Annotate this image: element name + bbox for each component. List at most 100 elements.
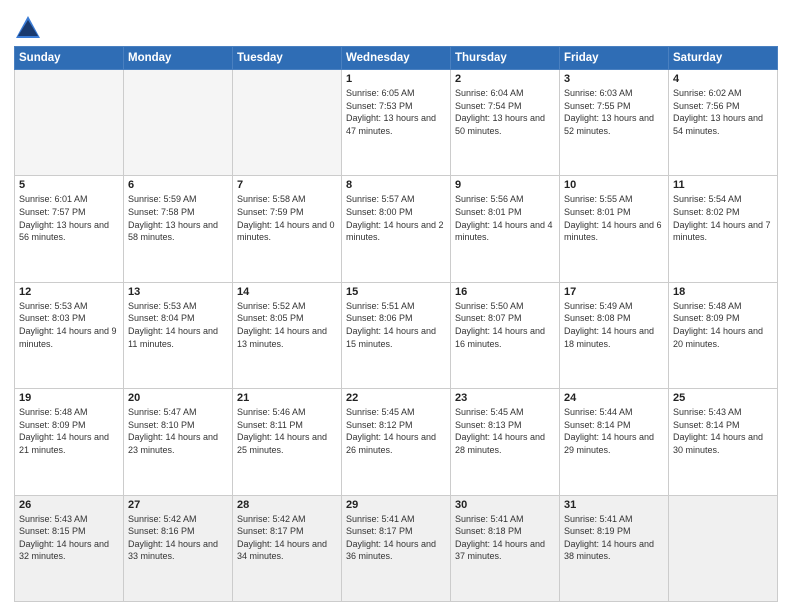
day-info: Sunrise: 5:41 AM Sunset: 8:19 PM Dayligh…: [564, 513, 664, 563]
day-info: Sunrise: 5:50 AM Sunset: 8:07 PM Dayligh…: [455, 300, 555, 350]
calendar-day-cell: 19 Sunrise: 5:48 AM Sunset: 8:09 PM Dayli…: [15, 389, 124, 495]
day-number: 3: [564, 73, 664, 85]
day-info: Sunrise: 5:49 AM Sunset: 8:08 PM Dayligh…: [564, 300, 664, 350]
day-number: 24: [564, 392, 664, 404]
day-info: Sunrise: 5:42 AM Sunset: 8:16 PM Dayligh…: [128, 513, 228, 563]
day-info: Sunrise: 5:56 AM Sunset: 8:01 PM Dayligh…: [455, 193, 555, 243]
day-number: 30: [455, 499, 555, 511]
day-info: Sunrise: 5:45 AM Sunset: 8:13 PM Dayligh…: [455, 406, 555, 456]
calendar-day-cell: 27 Sunrise: 5:42 AM Sunset: 8:16 PM Dayli…: [124, 495, 233, 601]
day-info: Sunrise: 6:03 AM Sunset: 7:55 PM Dayligh…: [564, 87, 664, 137]
logo: [14, 14, 44, 42]
day-number: 23: [455, 392, 555, 404]
calendar-day-cell: 4 Sunrise: 6:02 AM Sunset: 7:56 PM Daylig…: [669, 70, 778, 176]
day-info: Sunrise: 5:53 AM Sunset: 8:03 PM Dayligh…: [19, 300, 119, 350]
calendar-day-cell: 30 Sunrise: 5:41 AM Sunset: 8:18 PM Dayli…: [451, 495, 560, 601]
calendar-day-cell: 10Sunrise: 5:55 AM Sunset: 8:01 PM Dayli…: [560, 176, 669, 282]
calendar-week-row: 5 Sunrise: 6:01 AM Sunset: 7:57 PM Daylig…: [15, 176, 778, 282]
day-info: Sunrise: 5:43 AM Sunset: 8:14 PM Dayligh…: [673, 406, 773, 456]
day-info: Sunrise: 5:46 AM Sunset: 8:11 PM Dayligh…: [237, 406, 337, 456]
calendar-day-cell: 13 Sunrise: 5:53 AM Sunset: 8:04 PM Dayli…: [124, 282, 233, 388]
weekday-header: Sunday: [15, 47, 124, 70]
day-info: Sunrise: 5:45 AM Sunset: 8:12 PM Dayligh…: [346, 406, 446, 456]
day-number: 12: [19, 286, 119, 298]
day-info: Sunrise: 5:58 AM Sunset: 7:59 PM Dayligh…: [237, 193, 337, 243]
day-number: 22: [346, 392, 446, 404]
day-number: 27: [128, 499, 228, 511]
day-number: 5: [19, 179, 119, 191]
calendar-day-cell: 15 Sunrise: 5:51 AM Sunset: 8:06 PM Dayli…: [342, 282, 451, 388]
calendar-day-cell: 29 Sunrise: 5:41 AM Sunset: 8:17 PM Dayli…: [342, 495, 451, 601]
day-number: 14: [237, 286, 337, 298]
calendar-day-cell: 3 Sunrise: 6:03 AM Sunset: 7:55 PM Daylig…: [560, 70, 669, 176]
day-number: 16: [455, 286, 555, 298]
calendar-day-cell: 31 Sunrise: 5:41 AM Sunset: 8:19 PM Dayli…: [560, 495, 669, 601]
day-info: Sunrise: 5:59 AM Sunset: 7:58 PM Dayligh…: [128, 193, 228, 243]
day-number: 20: [128, 392, 228, 404]
calendar-day-cell: [124, 70, 233, 176]
day-number: 25: [673, 392, 773, 404]
calendar-day-cell: 12 Sunrise: 5:53 AM Sunset: 8:03 PM Dayli…: [15, 282, 124, 388]
day-number: 26: [19, 499, 119, 511]
day-number: 17: [564, 286, 664, 298]
calendar-day-cell: 8Sunrise: 5:57 AM Sunset: 8:00 PM Daylig…: [342, 176, 451, 282]
day-info: Sunrise: 6:01 AM Sunset: 7:57 PM Dayligh…: [19, 193, 119, 243]
calendar-day-cell: 9Sunrise: 5:56 AM Sunset: 8:01 PM Daylig…: [451, 176, 560, 282]
calendar-day-cell: [669, 495, 778, 601]
day-info: Sunrise: 6:02 AM Sunset: 7:56 PM Dayligh…: [673, 87, 773, 137]
day-info: Sunrise: 5:54 AM Sunset: 8:02 PM Dayligh…: [673, 193, 773, 243]
calendar-day-cell: 17 Sunrise: 5:49 AM Sunset: 8:08 PM Dayli…: [560, 282, 669, 388]
weekday-header: Thursday: [451, 47, 560, 70]
day-info: Sunrise: 5:51 AM Sunset: 8:06 PM Dayligh…: [346, 300, 446, 350]
weekday-header-row: SundayMondayTuesdayWednesdayThursdayFrid…: [15, 47, 778, 70]
day-number: 13: [128, 286, 228, 298]
page: SundayMondayTuesdayWednesdayThursdayFrid…: [0, 0, 792, 612]
day-number: 21: [237, 392, 337, 404]
day-number: 28: [237, 499, 337, 511]
calendar-table: SundayMondayTuesdayWednesdayThursdayFrid…: [14, 46, 778, 602]
calendar-day-cell: 2 Sunrise: 6:04 AM Sunset: 7:54 PM Daylig…: [451, 70, 560, 176]
calendar-day-cell: 11 Sunrise: 5:54 AM Sunset: 8:02 PM Dayli…: [669, 176, 778, 282]
weekday-header: Friday: [560, 47, 669, 70]
day-number: 11: [673, 179, 773, 191]
calendar-week-row: 1Sunrise: 6:05 AM Sunset: 7:53 PM Daylig…: [15, 70, 778, 176]
calendar-day-cell: 6Sunrise: 5:59 AM Sunset: 7:58 PM Daylig…: [124, 176, 233, 282]
day-number: 4: [673, 73, 773, 85]
calendar-day-cell: 26Sunrise: 5:43 AM Sunset: 8:15 PM Dayli…: [15, 495, 124, 601]
calendar-day-cell: 21 Sunrise: 5:46 AM Sunset: 8:11 PM Dayli…: [233, 389, 342, 495]
calendar-day-cell: 20Sunrise: 5:47 AM Sunset: 8:10 PM Dayli…: [124, 389, 233, 495]
calendar-week-row: 26Sunrise: 5:43 AM Sunset: 8:15 PM Dayli…: [15, 495, 778, 601]
day-info: Sunrise: 6:04 AM Sunset: 7:54 PM Dayligh…: [455, 87, 555, 137]
day-info: Sunrise: 5:48 AM Sunset: 8:09 PM Dayligh…: [673, 300, 773, 350]
day-info: Sunrise: 5:57 AM Sunset: 8:00 PM Dayligh…: [346, 193, 446, 243]
weekday-header: Wednesday: [342, 47, 451, 70]
calendar-day-cell: 5 Sunrise: 6:01 AM Sunset: 7:57 PM Daylig…: [15, 176, 124, 282]
day-info: Sunrise: 5:41 AM Sunset: 8:18 PM Dayligh…: [455, 513, 555, 563]
day-info: Sunrise: 5:42 AM Sunset: 8:17 PM Dayligh…: [237, 513, 337, 563]
day-number: 10: [564, 179, 664, 191]
day-info: Sunrise: 5:44 AM Sunset: 8:14 PM Dayligh…: [564, 406, 664, 456]
calendar-day-cell: [233, 70, 342, 176]
calendar-day-cell: 14Sunrise: 5:52 AM Sunset: 8:05 PM Dayli…: [233, 282, 342, 388]
weekday-header: Saturday: [669, 47, 778, 70]
day-info: Sunrise: 5:41 AM Sunset: 8:17 PM Dayligh…: [346, 513, 446, 563]
calendar-day-cell: 22 Sunrise: 5:45 AM Sunset: 8:12 PM Dayli…: [342, 389, 451, 495]
calendar-day-cell: 18 Sunrise: 5:48 AM Sunset: 8:09 PM Dayli…: [669, 282, 778, 388]
day-number: 18: [673, 286, 773, 298]
day-number: 19: [19, 392, 119, 404]
day-info: Sunrise: 5:53 AM Sunset: 8:04 PM Dayligh…: [128, 300, 228, 350]
day-info: Sunrise: 5:48 AM Sunset: 8:09 PM Dayligh…: [19, 406, 119, 456]
day-number: 31: [564, 499, 664, 511]
calendar-day-cell: 23 Sunrise: 5:45 AM Sunset: 8:13 PM Dayli…: [451, 389, 560, 495]
day-number: 15: [346, 286, 446, 298]
calendar-week-row: 19 Sunrise: 5:48 AM Sunset: 8:09 PM Dayli…: [15, 389, 778, 495]
calendar-day-cell: 7Sunrise: 5:58 AM Sunset: 7:59 PM Daylig…: [233, 176, 342, 282]
calendar-day-cell: 28 Sunrise: 5:42 AM Sunset: 8:17 PM Dayli…: [233, 495, 342, 601]
calendar-week-row: 12 Sunrise: 5:53 AM Sunset: 8:03 PM Dayli…: [15, 282, 778, 388]
day-number: 29: [346, 499, 446, 511]
weekday-header: Monday: [124, 47, 233, 70]
calendar-day-cell: 1Sunrise: 6:05 AM Sunset: 7:53 PM Daylig…: [342, 70, 451, 176]
calendar-day-cell: 25 Sunrise: 5:43 AM Sunset: 8:14 PM Dayli…: [669, 389, 778, 495]
day-number: 2: [455, 73, 555, 85]
weekday-header: Tuesday: [233, 47, 342, 70]
